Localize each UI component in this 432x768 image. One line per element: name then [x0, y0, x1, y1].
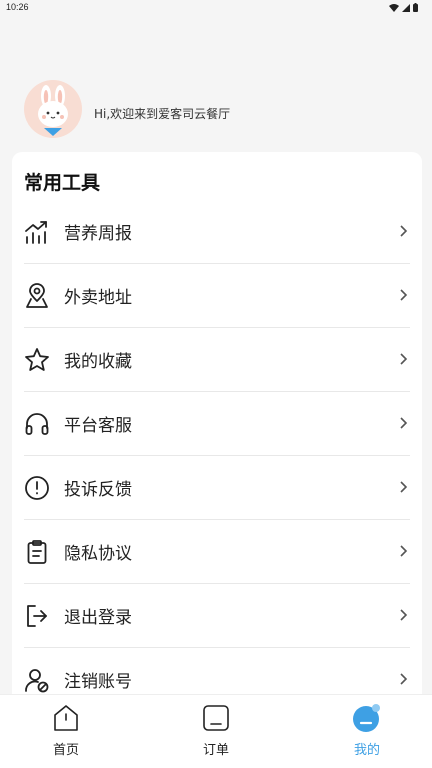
menu-item-customer-service[interactable]: 平台客服	[24, 392, 410, 456]
tab-home[interactable]: 首页	[26, 703, 106, 763]
rabbit-avatar-icon	[24, 80, 82, 138]
tools-card: 常用工具 营养周报 外卖地址 我的收藏 平台客服 投诉反馈 隐私协议 退出登录 …	[12, 152, 422, 712]
menu-item-privacy-policy[interactable]: 隐私协议	[24, 520, 410, 584]
tab-label: 我的	[353, 743, 380, 758]
status-time: 10:26	[6, 2, 29, 12]
tab-profile[interactable]: 我的	[327, 703, 407, 763]
home-icon	[54, 705, 78, 731]
alert-circle-icon	[25, 476, 49, 500]
chevron-right-icon	[400, 289, 408, 301]
clipboard-icon	[27, 540, 47, 564]
status-icons	[389, 3, 418, 12]
menu-label: 投诉反馈	[64, 480, 132, 500]
tab-orders[interactable]: 订单	[176, 703, 256, 763]
chevron-right-icon	[400, 417, 408, 429]
chevron-right-icon	[400, 481, 408, 493]
user-remove-icon	[25, 669, 49, 693]
menu-item-nutrition-report[interactable]: 营养周报	[24, 200, 410, 264]
menu-label: 我的收藏	[64, 352, 132, 372]
menu-label: 退出登录	[64, 608, 132, 628]
tools-menu: 营养周报 外卖地址 我的收藏 平台客服 投诉反馈 隐私协议 退出登录 注销账号	[24, 200, 410, 712]
menu-item-delivery-address[interactable]: 外卖地址	[24, 264, 410, 328]
chart-trend-icon	[25, 221, 47, 244]
status-bar: 10:26	[0, 0, 432, 16]
menu-item-favorites[interactable]: 我的收藏	[24, 328, 410, 392]
wifi-icon	[389, 3, 399, 12]
chevron-right-icon	[400, 673, 408, 685]
welcome-greeting: Hi,欢迎来到爱客司云餐厅	[94, 107, 231, 121]
avatar[interactable]	[24, 80, 82, 138]
menu-label: 营养周报	[64, 224, 132, 244]
logout-icon	[27, 605, 47, 627]
headphones-icon	[25, 413, 49, 435]
chevron-right-icon	[400, 353, 408, 365]
chevron-right-icon	[400, 609, 408, 621]
location-pin-icon	[26, 283, 48, 308]
tab-label: 订单	[202, 743, 229, 758]
tools-title: 常用工具	[24, 172, 101, 194]
menu-item-feedback[interactable]: 投诉反馈	[24, 456, 410, 520]
battery-icon	[413, 3, 418, 12]
menu-label: 外卖地址	[64, 288, 132, 308]
bottom-tab-bar: 首页 订单 我的	[0, 694, 432, 768]
star-icon	[25, 348, 49, 371]
menu-label: 注销账号	[64, 672, 132, 692]
signal-icon	[402, 3, 410, 12]
chevron-right-icon	[400, 225, 408, 237]
menu-item-logout[interactable]: 退出登录	[24, 584, 410, 648]
profile-icon	[353, 704, 380, 732]
order-icon	[203, 705, 229, 731]
tab-label: 首页	[52, 743, 79, 758]
chevron-right-icon	[400, 545, 408, 557]
menu-label: 隐私协议	[64, 544, 132, 564]
profile-header: Hi,欢迎来到爱客司云餐厅	[24, 80, 404, 138]
menu-label: 平台客服	[64, 416, 132, 436]
